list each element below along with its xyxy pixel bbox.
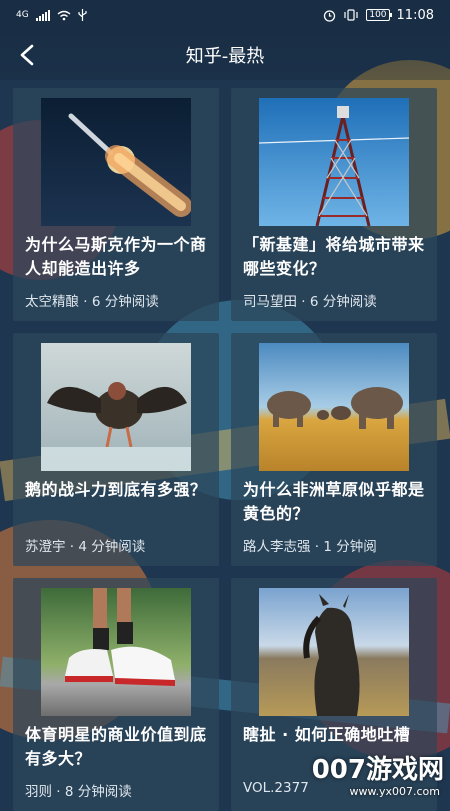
article-title: 为什么马斯克作为一个商人却能造出许多	[25, 235, 207, 278]
article-card[interactable]: 为什么马斯克作为一个商人却能造出许多 太空精酿 · 6 分钟阅读	[13, 88, 219, 321]
wifi-icon	[57, 10, 71, 20]
article-title: 为什么非洲草原似乎都是黄色的？	[243, 480, 425, 523]
article-card[interactable]: 「新基建」将给城市带来哪些变化？ 司马望田 · 6 分钟阅读	[231, 88, 437, 321]
article-meta: 苏澄宇 · 4 分钟阅读	[25, 539, 146, 555]
goose-photo	[41, 343, 191, 471]
elephants-savanna-photo	[259, 343, 409, 471]
article-title: 瞎扯 · 如何正确地吐槽	[243, 725, 411, 744]
network-type-label: 4G	[16, 10, 29, 20]
article-title: 体育明星的商业价值到底有多大？	[25, 725, 207, 768]
signal-icon	[35, 9, 50, 21]
rocket-launch-photo	[41, 98, 191, 226]
article-meta: 路人李志强 · 1 分钟阅	[243, 539, 377, 555]
article-meta: 太空精酿 · 6 分钟阅读	[25, 294, 159, 310]
header-bar: 知乎-最热	[0, 30, 450, 80]
article-card[interactable]: 体育明星的商业价值到底有多大？ 羽则 · 8 分钟阅读	[13, 578, 219, 811]
status-right: 100 11:08	[323, 8, 434, 23]
watermark-url: www.yx007.com	[349, 785, 440, 798]
vibrate-icon	[344, 9, 358, 21]
article-title: 「新基建」将给城市带来哪些变化？	[243, 235, 425, 278]
usb-icon	[78, 9, 87, 21]
clock: 11:08	[396, 7, 434, 23]
back-button[interactable]	[14, 42, 40, 68]
alarm-icon	[324, 9, 336, 22]
article-meta: 司马望田 · 6 分钟阅读	[243, 294, 377, 310]
watermark-logo: 007游戏网	[311, 755, 444, 785]
article-card[interactable]: 鹅的战斗力到底有多强？ 苏澄宇 · 4 分钟阅读	[13, 333, 219, 566]
status-bar: 4G 100 11:08	[0, 0, 450, 30]
chevron-left-icon	[20, 44, 34, 66]
horse-photo	[259, 588, 409, 716]
page-title: 知乎-最热	[185, 46, 265, 67]
article-grid: 为什么马斯克作为一个商人却能造出许多 太空精酿 · 6 分钟阅读 「新基建」将给…	[13, 88, 437, 811]
article-meta: 羽则 · 8 分钟阅读	[25, 784, 132, 800]
article-card[interactable]: 为什么非洲草原似乎都是黄色的？ 路人李志强 · 1 分钟阅	[231, 333, 437, 566]
article-title: 鹅的战斗力到底有多强？	[25, 480, 207, 499]
status-left: 4G	[16, 9, 87, 21]
battery-icon: 100	[366, 9, 392, 21]
signal-tower-photo	[259, 98, 409, 226]
sneakers-photo	[41, 588, 191, 716]
